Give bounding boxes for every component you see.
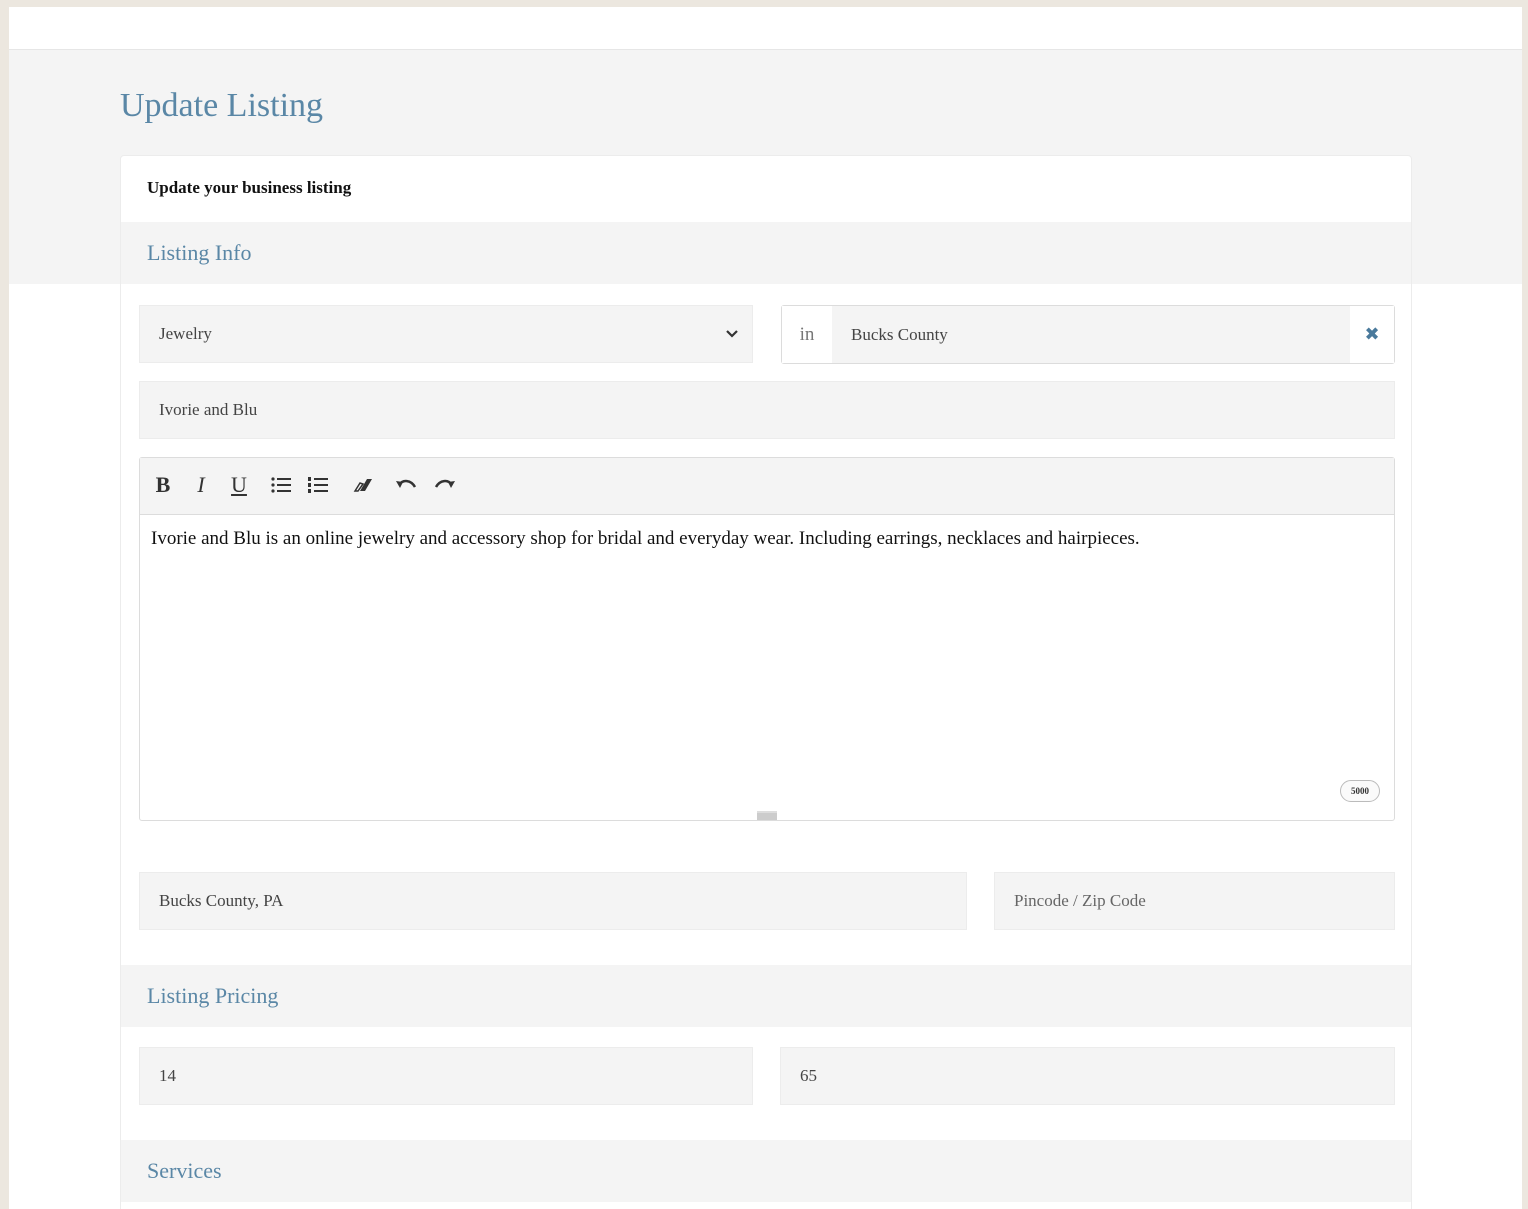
chevron-down-icon (726, 306, 738, 386)
underline-button[interactable]: U (224, 470, 254, 500)
numbered-list-icon (308, 477, 328, 493)
bullet-list-icon (271, 477, 291, 493)
redo-button[interactable] (429, 470, 459, 500)
zip-code-placeholder: Pincode / Zip Code (1014, 891, 1146, 910)
card-header: Update your business listing (121, 156, 1411, 222)
eraser-icon (353, 479, 372, 492)
price-min-value: 14 (159, 1066, 176, 1085)
price-min-input[interactable]: 14 (139, 1047, 753, 1105)
description-editor: B I U Ivorie and Blu is an online jewelr… (139, 457, 1395, 821)
clear-location-button[interactable]: ✖ (1350, 306, 1394, 363)
section-title-listing-info: Listing Info (147, 240, 252, 265)
card-subtitle: Update your business listing (147, 178, 352, 197)
close-icon: ✖ (1364, 324, 1380, 345)
address-value: Bucks County, PA (159, 891, 284, 910)
section-services: Services (121, 1140, 1411, 1202)
location-prefix: in (782, 306, 832, 363)
price-max-value: 65 (800, 1066, 817, 1085)
numbered-list-button[interactable] (303, 470, 333, 500)
italic-button[interactable]: I (186, 470, 216, 500)
business-name-input[interactable]: Ivorie and Blu (139, 381, 1395, 439)
price-max-input[interactable]: 65 (780, 1047, 1395, 1105)
character-count-badge: 5000 (1340, 780, 1380, 802)
bullet-list-button[interactable] (266, 470, 296, 500)
undo-icon (396, 479, 417, 488)
listing-form-card: Update your business listing Listing Inf… (120, 155, 1412, 1209)
clear-format-button[interactable] (347, 470, 377, 500)
page-title: Update Listing (120, 87, 324, 124)
zip-code-input[interactable]: Pincode / Zip Code (994, 872, 1395, 930)
section-title-listing-pricing: Listing Pricing (147, 983, 279, 1008)
location-input[interactable]: Bucks County (832, 306, 1350, 363)
category-select-value: Jewelry (159, 324, 212, 343)
category-select[interactable]: Jewelry (139, 305, 753, 363)
location-input-group: in Bucks County ✖ (781, 305, 1395, 364)
section-listing-info: Listing Info (121, 222, 1411, 284)
business-name-value: Ivorie and Blu (159, 400, 258, 419)
page: Update Listing Update your business list… (9, 7, 1522, 1209)
description-text[interactable]: Ivorie and Blu is an online jewelry and … (151, 526, 1374, 552)
section-title-services: Services (147, 1158, 222, 1183)
address-input[interactable]: Bucks County, PA (139, 872, 967, 930)
undo-button[interactable] (390, 470, 420, 500)
editor-toolbar: B I U (140, 458, 1394, 515)
redo-icon (434, 479, 455, 488)
section-listing-pricing: Listing Pricing (121, 965, 1411, 1027)
bold-button[interactable]: B (148, 470, 178, 500)
top-bar (9, 7, 1522, 50)
resize-handle[interactable] (757, 811, 777, 820)
